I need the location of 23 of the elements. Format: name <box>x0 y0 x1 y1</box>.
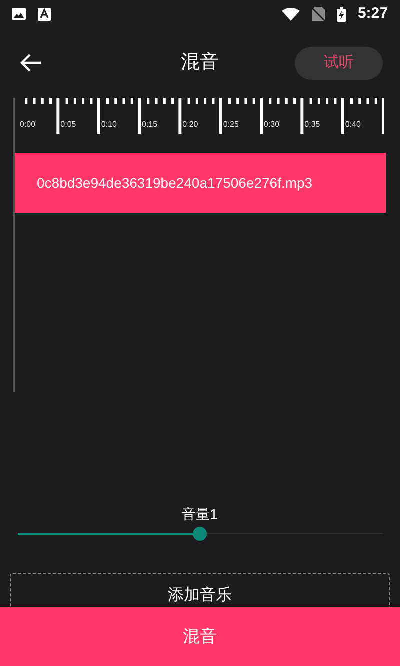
status-time: 5:27 <box>358 4 388 24</box>
no-sim-icon <box>312 7 325 21</box>
time-label: 0:10 <box>101 119 117 131</box>
audio-track[interactable]: 0c8bd3e94de36319be240a17506e276f.mp3 <box>15 153 386 213</box>
text-icon <box>38 8 51 20</box>
image-icon <box>12 8 26 20</box>
battery-charging-icon <box>336 6 346 22</box>
page-title: 混音 <box>181 50 219 75</box>
time-label: 0:30 <box>264 119 280 131</box>
time-label: 0:35 <box>304 119 320 131</box>
time-label: 0:05 <box>60 119 76 131</box>
slider-thumb[interactable] <box>193 527 207 541</box>
preview-button[interactable]: 试听 <box>295 46 383 80</box>
time-label: 0:25 <box>223 119 239 131</box>
time-label: 0:00 <box>20 119 36 131</box>
wifi-icon <box>282 8 300 20</box>
time-label: 0:40 <box>345 119 361 131</box>
volume-label: 音量1 <box>182 505 218 524</box>
time-label: 0:20 <box>182 119 198 131</box>
volume-slider[interactable] <box>18 527 382 541</box>
back-arrow-icon[interactable] <box>20 54 42 72</box>
time-label: 0:15 <box>142 119 158 131</box>
mix-button[interactable]: 混音 <box>0 607 400 666</box>
